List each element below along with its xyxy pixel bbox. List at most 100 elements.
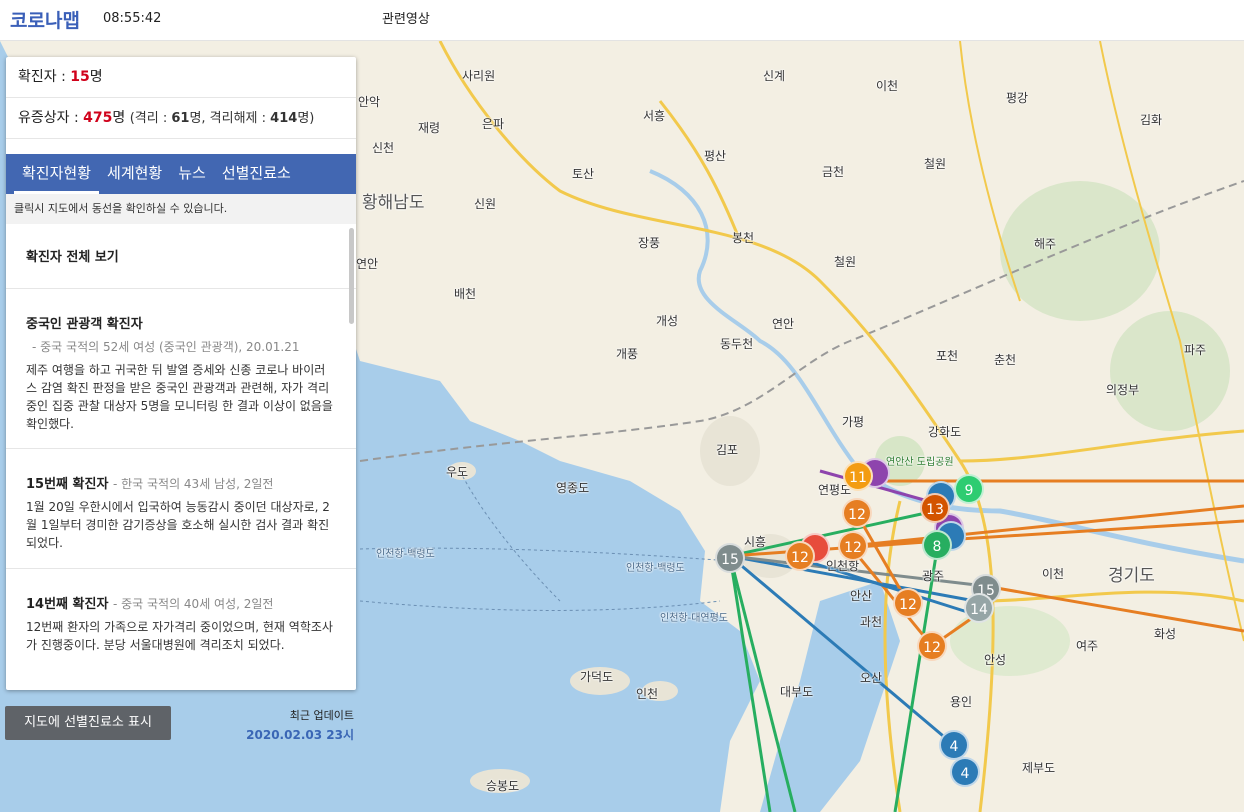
case-marker[interactable]: 12: [842, 498, 872, 528]
place-label: 장풍: [638, 236, 661, 250]
place-label: 용인: [950, 695, 973, 709]
case-marker[interactable]: 11: [843, 461, 873, 491]
place-label: 영종도: [556, 481, 590, 495]
place-label: 토산: [572, 167, 595, 181]
case-title: 중국인 관광객 확진자: [26, 317, 143, 332]
place-label: 철원: [834, 255, 857, 269]
case-marker[interactable]: 13: [920, 493, 950, 523]
ferry-label: 인천항-백령도: [376, 549, 435, 560]
list-item[interactable]: 14번째 확진자 - 중국 국적의 40세 여성, 2일전 12번째 환자의 가…: [6, 569, 356, 690]
case-body: 12번째 환자의 가족으로 자가격리 중이었으며, 현재 역학조사가 진행중이다…: [26, 620, 333, 652]
place-label: 오산: [860, 671, 883, 685]
update-time: 2020.02.03 23시: [246, 728, 354, 742]
case-subtitle: - 한국 국적의 43세 남성, 2일전: [112, 477, 274, 491]
place-label: 서흥: [643, 109, 666, 123]
last-update: 최근 업데이트 2020.02.03 23시: [236, 707, 354, 743]
case-marker[interactable]: 12: [917, 631, 947, 661]
place-label: 가평: [842, 415, 865, 429]
place-label: 신계: [763, 69, 786, 83]
place-label: 가덕도: [580, 670, 614, 684]
confirmed-count: 15: [70, 69, 90, 85]
place-label: 재령: [418, 121, 441, 135]
place-label: 안산: [850, 589, 873, 603]
case-marker[interactable]: 8: [922, 530, 952, 560]
case-marker[interactable]: 15: [715, 543, 745, 573]
place-label: 연안: [356, 257, 379, 271]
place-label: 이천: [1042, 567, 1065, 581]
place-label: 봉천: [732, 231, 755, 245]
ferry-label: 인천항-대연평도: [660, 613, 729, 624]
case-subtitle: - 중국 국적의 40세 여성, 2일전: [112, 597, 274, 611]
place-label: 개성: [656, 314, 679, 328]
place-label: 화성: [1154, 627, 1177, 641]
app-logo[interactable]: 코로나맵: [10, 6, 80, 33]
place-label: 제부도: [1022, 761, 1056, 775]
tab-confirmed-status[interactable]: 확진자현황: [14, 154, 100, 194]
suspected-stat: 유증상자 : 475명 (격리 : 61명, 격리해제 : 414명): [6, 98, 356, 139]
place-label: 김포: [716, 443, 739, 457]
case-title: 14번째 확진자: [26, 597, 109, 612]
show-clinics-button[interactable]: 지도에 선별진료소 표시: [5, 706, 171, 740]
place-label: 안성: [984, 653, 1007, 667]
place-label: 강화도: [928, 425, 962, 439]
tab-screening-clinics[interactable]: 선별진료소: [214, 154, 299, 194]
place-label: 여주: [1076, 639, 1099, 653]
place-label: 안악: [358, 95, 381, 109]
scrollbar[interactable]: [349, 228, 354, 324]
suspected-count: 475: [83, 110, 113, 126]
place-label: 이천: [876, 79, 899, 93]
tab-world-status[interactable]: 세계현황: [99, 154, 170, 194]
confirmed-label: 확진자 :: [18, 69, 71, 85]
place-label: 금천: [822, 165, 845, 179]
case-list[interactable]: 확진자 전체 보기 중국인 관광객 확진자 - 중국 국적의 52세 여성 (중…: [6, 224, 356, 690]
case-subtitle: - 중국 국적의 52세 여성 (중국인 관광객), 20.01.21: [32, 340, 300, 354]
place-label: 개풍: [616, 347, 639, 361]
place-label: 평강: [1006, 91, 1029, 105]
case-marker[interactable]: 12: [893, 588, 923, 618]
place-label: 과천: [860, 615, 883, 629]
place-label: 시흥: [744, 535, 767, 549]
update-label: 최근 업데이트: [289, 709, 354, 722]
tab-news[interactable]: 뉴스: [170, 154, 214, 194]
place-label: 인천: [636, 687, 659, 701]
list-item[interactable]: 중국인 관광객 확진자 - 중국 국적의 52세 여성 (중국인 관광객), 2…: [6, 289, 356, 449]
park-label: 연안산 도립공원: [886, 457, 954, 468]
place-label: 신천: [372, 141, 395, 155]
case-marker[interactable]: 14: [964, 593, 994, 623]
place-label: 의정부: [1106, 383, 1140, 397]
info-panel: 확진자 : 15명 유증상자 : 475명 (격리 : 61명, 격리해제 : …: [6, 57, 356, 690]
place-label: 광주: [922, 569, 945, 583]
suspected-label: 유증상자 :: [18, 110, 84, 126]
related-videos-link[interactable]: 관련영상: [382, 8, 430, 27]
place-label: 동두천: [720, 337, 754, 351]
place-label: 평산: [704, 149, 727, 163]
place-label: 철원: [924, 157, 947, 171]
view-all-item[interactable]: 확진자 전체 보기: [6, 224, 356, 289]
case-marker[interactable]: 12: [785, 541, 815, 571]
ferry-label: 인천항-백령도: [626, 563, 685, 574]
place-label: 파주: [1184, 343, 1207, 357]
place-label: 은파: [482, 117, 505, 131]
case-marker[interactable]: 4: [950, 757, 980, 787]
place-label: 대부도: [780, 685, 814, 699]
tab-bar: 확진자현황 세계현황 뉴스 선별진료소: [6, 154, 356, 194]
case-body: 제주 여행을 하고 귀국한 뒤 발열 증세와 신종 코로나 바이러스 감염 확진…: [26, 363, 333, 431]
place-label: 해주: [1034, 237, 1057, 251]
case-marker[interactable]: 4: [939, 730, 969, 760]
place-label: 사리원: [462, 69, 496, 83]
place-label: 우도: [446, 465, 469, 479]
place-label: 신원: [474, 197, 497, 211]
list-item[interactable]: 15번째 확진자 - 한국 국적의 43세 남성, 2일전 1월 20일 우한시…: [6, 449, 356, 569]
confirmed-unit: 명: [89, 69, 103, 85]
place-label: 포천: [936, 349, 959, 363]
confirmed-stat: 확진자 : 15명: [6, 57, 356, 98]
case-marker[interactable]: 9: [954, 474, 984, 504]
place-label: 연안: [772, 317, 795, 331]
top-bar: 코로나맵 08:55:42 관련영상: [0, 0, 1244, 41]
view-all-label: 확진자 전체 보기: [26, 250, 119, 265]
case-marker[interactable]: 12: [838, 531, 868, 561]
place-label: 승봉도: [486, 779, 520, 793]
suspected-unit: 명: [112, 110, 126, 126]
place-label: 배천: [454, 287, 477, 301]
case-title: 15번째 확진자: [26, 477, 109, 492]
